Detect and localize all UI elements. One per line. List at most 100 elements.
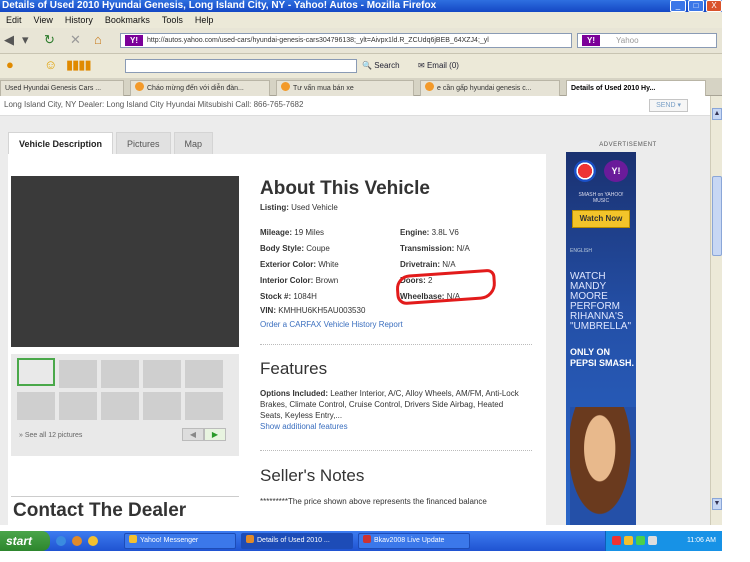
tab-vehicle-description[interactable]: Vehicle Description (8, 132, 114, 154)
maximize-button[interactable]: □ (688, 0, 704, 12)
thumbnail[interactable] (143, 360, 181, 388)
taskbar-item[interactable]: Yahoo! Messenger (124, 533, 236, 549)
quicklaunch-messenger-icon[interactable] (88, 536, 98, 546)
search-bar[interactable]: Y! Yahoo (577, 33, 717, 48)
menu-tools[interactable]: Tools (162, 12, 183, 28)
thumbnail[interactable] (59, 392, 97, 420)
spec-value: 3.8L V6 (431, 228, 459, 237)
browser-tab[interactable]: Used Hyundai Genesis Cars ... (0, 80, 124, 96)
pepsi-logo-icon (574, 160, 596, 182)
thumbnail[interactable] (101, 360, 139, 388)
start-button[interactable]: start (0, 531, 50, 551)
url-bar[interactable]: Y! http://autos.yahoo.com/used-cars/hyun… (120, 33, 572, 48)
toolbar-search-label: Search (374, 61, 400, 70)
ad-watch-now-button[interactable]: Watch Now (572, 210, 630, 228)
thumbnail[interactable] (59, 360, 97, 388)
spec-value: White (318, 260, 339, 269)
page-tabs: Vehicle Description Pictures Map (8, 132, 214, 154)
thumbnail[interactable] (143, 392, 181, 420)
menu-help[interactable]: Help (195, 12, 214, 28)
listing-value: Used Vehicle (291, 203, 338, 212)
next-arrow-icon[interactable]: ▶ (204, 428, 226, 441)
send-button[interactable]: SEND ▾ (649, 99, 688, 112)
carfax-report-link[interactable]: Order a CARFAX Vehicle History Report (260, 320, 403, 329)
tab-label: Tư vấn mua bán xe (293, 85, 354, 92)
spec-label: Engine: (400, 228, 430, 237)
show-additional-features-link[interactable]: Show additional features (260, 422, 348, 431)
smiley-icon[interactable]: ☺ (44, 58, 57, 72)
signal-bars-icon[interactable]: ▮▮▮▮ (66, 58, 92, 72)
taskbar-item-label: Bkav2008 Live Update (374, 537, 445, 544)
vehicle-main-photo[interactable] (11, 176, 239, 347)
browser-tab-active[interactable]: Details of Used 2010 Hy... (566, 80, 706, 96)
minimize-button[interactable]: _ (670, 0, 686, 12)
yahoo-toolbar: ● ☺ ▮▮▮▮ 🔍 Search ✉ Email (0) (0, 54, 722, 78)
close-button[interactable]: X (706, 0, 722, 12)
taskbar-item-active[interactable]: Details of Used 2010 ... (241, 533, 353, 549)
spec-value: Coupe (306, 244, 330, 253)
menu-bookmarks[interactable]: Bookmarks (105, 12, 150, 28)
menu-edit[interactable]: Edit (6, 12, 22, 28)
about-title: About This Vehicle (260, 178, 430, 199)
spec-label: Exterior Color: (260, 260, 317, 269)
url-text: http://autos.yahoo.com/used-cars/hyundai… (147, 37, 489, 44)
spec-value: 19 Miles (294, 228, 325, 237)
forward-dropdown-icon[interactable]: ▾ (22, 33, 29, 47)
taskbar-item[interactable]: Bkav2008 Live Update (358, 533, 470, 549)
search-placeholder: Yahoo (616, 36, 639, 45)
thumbnail-pager: ◀ ▶ (182, 428, 226, 441)
bkav-icon (363, 535, 371, 543)
quicklaunch-firefox-icon[interactable] (72, 536, 82, 546)
stop-icon[interactable]: ✕ (70, 33, 81, 47)
search-engine-icon[interactable]: Y! (582, 35, 600, 46)
red-highlight-annotation (395, 268, 497, 306)
thumbnail[interactable] (17, 358, 55, 386)
browser-tab-bar: Used Hyundai Genesis Cars ... Cháo mừng … (0, 78, 722, 96)
scroll-up-icon[interactable]: ▲ (712, 108, 722, 120)
windows-taskbar: start Yahoo! Messenger Details of Used 2… (0, 531, 722, 551)
vertical-scrollbar[interactable]: ▲ ▼ (710, 96, 722, 525)
toolbar-email-button[interactable]: ✉ Email (0) (418, 60, 459, 72)
tray-network-icon[interactable] (636, 536, 645, 545)
back-icon[interactable]: ◀ (4, 33, 14, 47)
thumbnail[interactable] (185, 392, 223, 420)
yahoo-favicon-icon: Y! (125, 35, 143, 46)
quicklaunch-ie-icon[interactable] (56, 536, 66, 546)
yahoo-toolbar-logo-icon[interactable]: ● (6, 58, 14, 72)
thumbnail[interactable] (17, 392, 55, 420)
toolbar-search-input[interactable] (125, 59, 357, 73)
browser-tab[interactable]: Tư vấn mua bán xe (276, 80, 414, 96)
browser-tab[interactable]: Cháo mừng đến với diễn đàn... (130, 80, 270, 96)
toolbar-search-button[interactable]: 🔍 Search (362, 60, 400, 72)
taskbar-item-label: Yahoo! Messenger (140, 537, 199, 544)
tray-antivirus-icon[interactable] (612, 536, 621, 545)
web-page: Long Island City, NY Dealer: Long Island… (0, 96, 710, 525)
scroll-down-icon[interactable]: ▼ (712, 498, 722, 510)
see-all-pictures-link[interactable]: » See all 12 pictures (19, 432, 82, 439)
features-text: Options Included: Leather Interior, A/C,… (260, 388, 522, 432)
vehicle-description-panel: » See all 12 pictures ◀ ▶ About This Veh… (8, 154, 546, 525)
tab-map[interactable]: Map (173, 132, 214, 154)
home-icon[interactable]: ⌂ (94, 33, 102, 47)
see-all-label: See all 12 pictures (24, 432, 83, 439)
spec-label: Stock #: (260, 292, 292, 301)
menu-history[interactable]: History (65, 12, 93, 28)
spec-label: Drivetrain: (400, 260, 441, 269)
scroll-thumb[interactable] (712, 176, 722, 256)
dealer-strip: Long Island City, NY Dealer: Long Island… (0, 96, 710, 116)
tab-pictures[interactable]: Pictures (116, 132, 171, 154)
tray-volume-icon[interactable] (648, 536, 657, 545)
spec-value: 1084H (293, 292, 317, 301)
spec-label: Body Style: (260, 244, 305, 253)
browser-tab[interactable]: e cần gấp hyundai genesis c... (420, 80, 560, 96)
previous-arrow-icon[interactable]: ◀ (182, 428, 204, 441)
reload-icon[interactable]: ↻ (44, 33, 55, 47)
menu-view[interactable]: View (34, 12, 53, 28)
options-label: Options Included: (260, 389, 328, 398)
thumbnail[interactable] (185, 360, 223, 388)
thumbnail[interactable] (101, 392, 139, 420)
dealer-strip-text: Long Island City, NY Dealer: Long Island… (4, 100, 304, 109)
tray-messenger-icon[interactable] (624, 536, 633, 545)
listing-type: Listing: Used Vehicle (260, 203, 338, 212)
advertisement-banner[interactable]: Y! SMASH on YAHOO! MUSIC Watch Now ENGLI… (566, 152, 636, 525)
